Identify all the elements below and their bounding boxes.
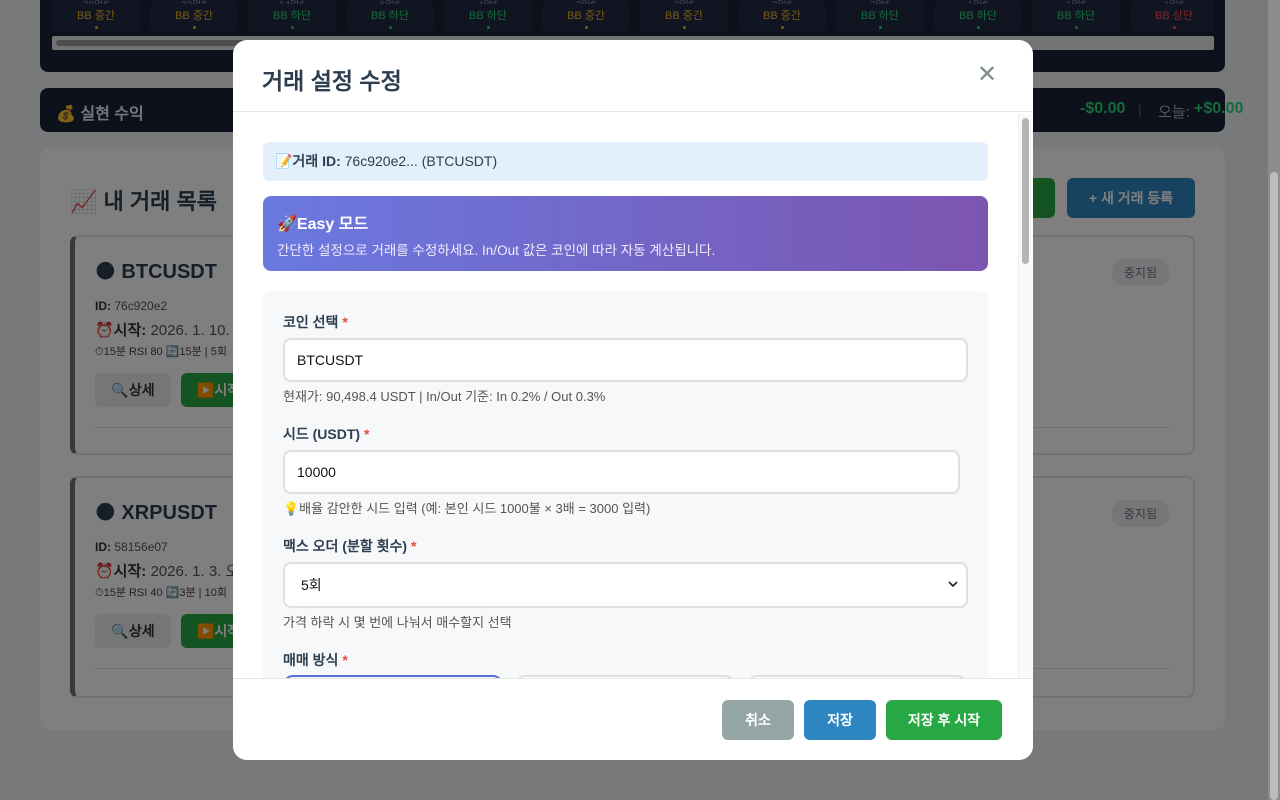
required-mark: * xyxy=(342,314,348,330)
max-order-label-text: 맥스 오더 (분할 횟수) xyxy=(283,538,408,554)
required-mark: * xyxy=(342,652,348,668)
seed-label: 시드 (USDT) * xyxy=(283,424,369,444)
save-button[interactable]: 저장 xyxy=(804,700,876,740)
seed-help: 💡배율 감안한 시드 입력 (예: 본인 시드 1000불 × 3배 = 300… xyxy=(283,501,651,516)
modal-body: 📝거래 ID: 76c920e2... (BTCUSDT) 🚀Easy 모드 간… xyxy=(233,112,1033,678)
coin-label: 코인 선택 * xyxy=(283,312,348,332)
max-order-label: 맥스 오더 (분할 횟수) * xyxy=(283,536,416,556)
page-scrollbar-thumb[interactable] xyxy=(1270,172,1278,800)
save-and-start-button[interactable]: 저장 후 시작 xyxy=(886,700,1002,740)
required-mark: * xyxy=(363,426,370,442)
coin-label-text: 코인 선택 xyxy=(283,314,339,330)
easy-mode-heading: 🚀Easy 모드 xyxy=(277,216,369,233)
modal-scrollbar[interactable] xyxy=(1018,114,1032,678)
trade-id-label: 📝거래 ID: xyxy=(275,153,341,169)
trade-mode-label-text: 매매 방식 xyxy=(283,652,339,668)
modal-title: 거래 설정 수정 xyxy=(262,68,402,94)
edit-trade-modal: 거래 설정 수정 ✕ 📝거래 ID: 76c920e2... (BTCUSDT)… xyxy=(233,40,1033,760)
chevron-down-icon xyxy=(948,564,958,623)
easy-mode-banner: 🚀Easy 모드 간단한 설정으로 거래를 수정하세요. In/Out 값은 코… xyxy=(263,196,988,271)
coin-input[interactable]: BTCUSDT xyxy=(283,338,968,382)
max-order-help: 가격 하락 시 몇 번에 나눠서 매수할지 선택 xyxy=(283,615,512,630)
max-order-selected: 5회 xyxy=(301,577,322,593)
coin-help: 현재가: 90,498.4 USDT | In/Out 기준: In 0.2% … xyxy=(283,389,606,404)
trade-mode-label: 매매 방식 * xyxy=(283,650,348,670)
cancel-button[interactable]: 취소 xyxy=(722,700,794,740)
required-mark: * xyxy=(410,538,417,554)
seed-input[interactable]: 10000 xyxy=(283,450,960,494)
trade-id-banner: 📝거래 ID: 76c920e2... (BTCUSDT) xyxy=(263,142,988,181)
easy-mode-description: 간단한 설정으로 거래를 수정하세요. In/Out 값은 코인에 따라 자동 … xyxy=(277,243,716,258)
page-scrollbar[interactable] xyxy=(1268,0,1280,800)
seed-label-text: 시드 (USDT) xyxy=(283,426,361,442)
trade-id-value: 76c920e2... (BTCUSDT) xyxy=(340,153,498,169)
trade-form: 코인 선택 * BTCUSDT 현재가: 90,498.4 USDT | In/… xyxy=(263,291,988,678)
modal-scrollbar-thumb[interactable] xyxy=(1022,118,1029,264)
modal-footer: 취소 저장 저장 후 시작 xyxy=(233,678,1033,760)
close-icon[interactable]: ✕ xyxy=(974,60,1000,90)
modal-header: 거래 설정 수정 ✕ xyxy=(233,40,1033,112)
max-order-select[interactable]: 5회 xyxy=(283,562,968,608)
